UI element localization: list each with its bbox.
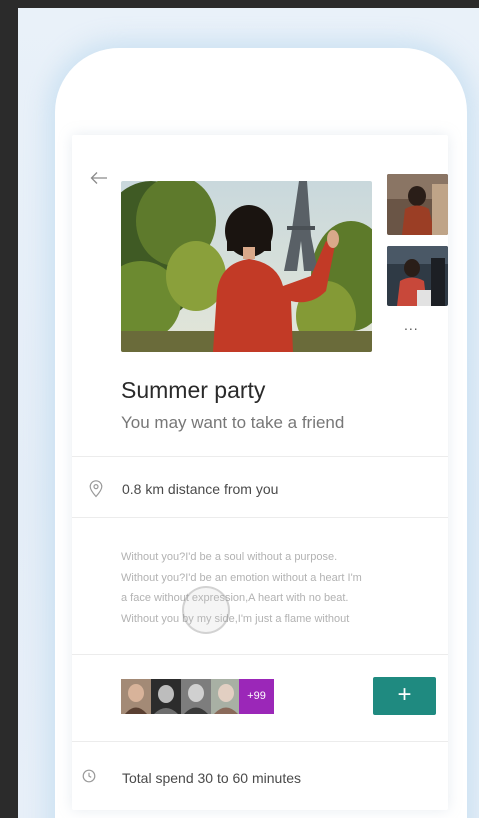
touch-ripple [182, 586, 230, 634]
event-title: Summer party [121, 377, 266, 403]
gallery-thumbnail[interactable] [387, 174, 448, 235]
avatar[interactable] [181, 679, 211, 714]
event-description: Without you?I'd be a soul without a purp… [121, 547, 421, 629]
divider [72, 456, 448, 457]
description-line: Without you?I'd be a soul without a purp… [121, 551, 338, 563]
add-button[interactable]: + [373, 677, 436, 715]
avatar[interactable] [211, 679, 241, 714]
back-arrow-icon[interactable] [90, 171, 108, 185]
divider [72, 741, 448, 742]
clock-icon [82, 769, 96, 783]
event-subtitle: You may want to take a friend [121, 413, 345, 432]
description-line: a face without expression,A heart with n… [121, 592, 349, 604]
description-line: Without you by my side,I'm just a flame … [121, 612, 350, 625]
divider [72, 654, 448, 655]
more-photos-button[interactable]: ... [404, 318, 419, 332]
description-line: Without you?I'd be an emotion without a … [121, 571, 362, 584]
divider [72, 517, 448, 518]
event-hero-image[interactable] [121, 181, 372, 352]
more-attendees-badge[interactable]: +99 [239, 679, 274, 714]
gallery-thumbnail[interactable] [387, 246, 448, 306]
avatar[interactable] [151, 679, 181, 714]
location-pin-icon [89, 480, 103, 498]
avatar[interactable] [121, 679, 151, 714]
duration-text: Total spend 30 to 60 minutes [122, 770, 302, 786]
distance-text: 0.8 km distance from you [122, 481, 279, 497]
